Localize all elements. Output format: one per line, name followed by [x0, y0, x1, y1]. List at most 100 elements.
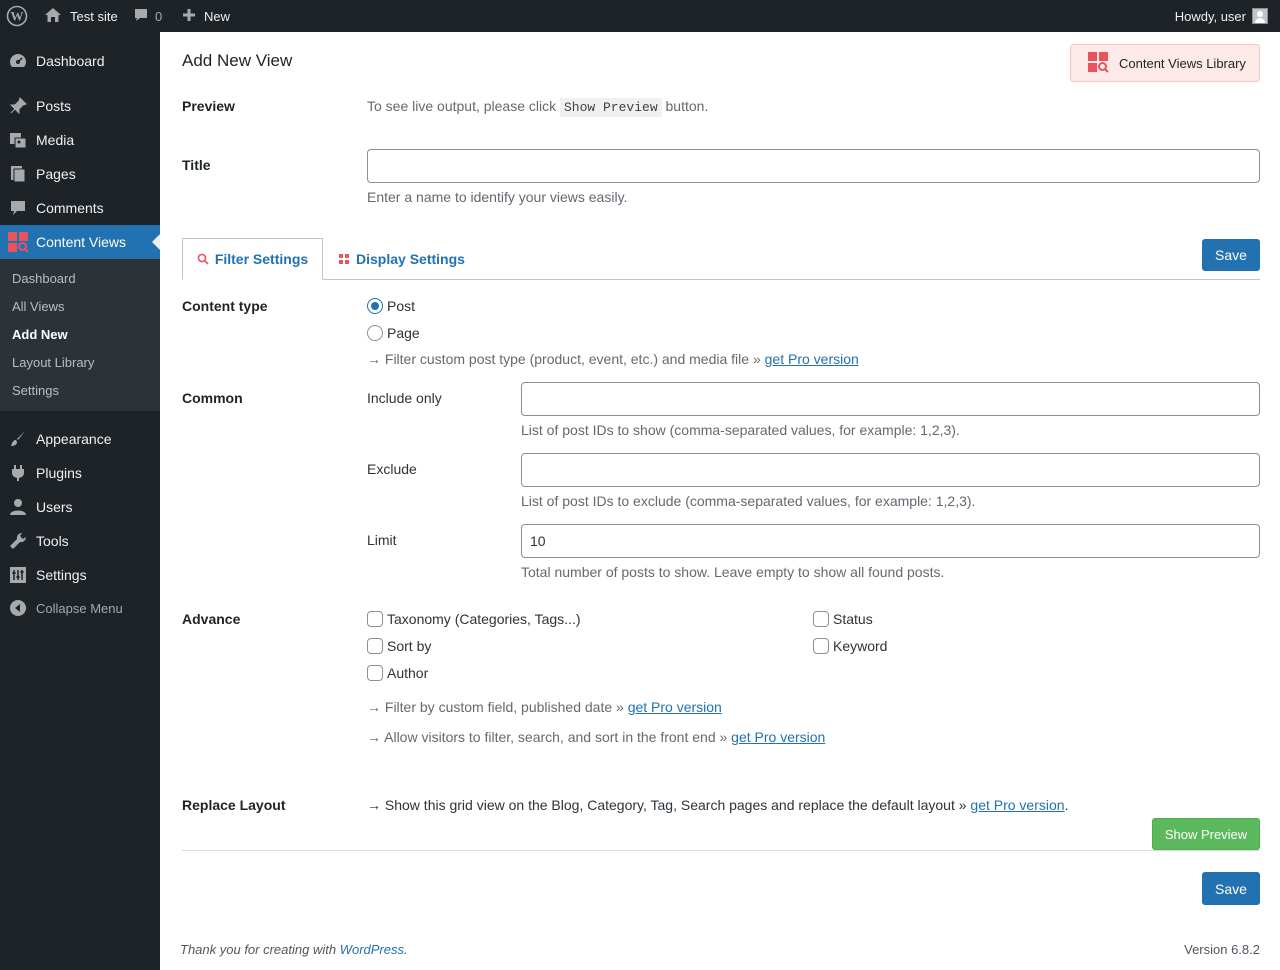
show-preview-button[interactable]: Show Preview [1152, 818, 1260, 850]
replace-layout-label: Replace Layout [182, 797, 286, 813]
admin-bar: W Test site 0 New Howdy, user [0, 0, 1280, 32]
sidebar-label: Appearance [36, 431, 112, 447]
wordpress-link[interactable]: WordPress [340, 942, 404, 957]
sidebar-label: Posts [36, 98, 72, 114]
checkbox-keyword-control[interactable] [813, 638, 829, 654]
advance-label: Advance [182, 611, 241, 627]
preview-hint-code: Show Preview [560, 98, 662, 117]
advance-pro-note-2: → Allow visitors to filter, search, and … [367, 729, 825, 745]
sidebar-item-comments[interactable]: Comments [0, 191, 160, 225]
save-button-top[interactable]: Save [1202, 239, 1260, 271]
sidebar-item-appearance[interactable]: Appearance [0, 422, 160, 456]
tab-display-settings[interactable]: Display Settings [338, 238, 465, 280]
dashboard-icon [0, 51, 36, 71]
radio-post-control[interactable] [367, 298, 383, 314]
howdy-text: Howdy, user [1174, 8, 1246, 24]
footer-thanks-before: Thank you for creating with [180, 942, 337, 957]
checkbox-sort-by-control[interactable] [367, 638, 383, 654]
common-label: Common [182, 390, 243, 406]
checkbox-status-label: Status [833, 611, 873, 627]
save-button-bottom[interactable]: Save [1202, 872, 1260, 905]
comments-link[interactable]: 0 [133, 0, 162, 32]
sidebar-item-plugins[interactable]: Plugins [0, 456, 160, 490]
submenu-item-settings[interactable]: Settings [12, 383, 59, 398]
sidebar-item-users[interactable]: Users [0, 490, 160, 524]
preview-hint-before: To see live output, please click [367, 98, 557, 114]
tab-filter-label: Filter Settings [214, 251, 309, 267]
radio-page-control[interactable] [367, 325, 383, 341]
title-label: Title [182, 157, 211, 173]
collapse-menu-button[interactable]: Collapse Menu [0, 591, 160, 625]
content-views-submenu: Dashboard All Views Add New Layout Libra… [0, 259, 160, 411]
checkbox-author-control[interactable] [367, 665, 383, 681]
radio-post-label: Post [387, 298, 416, 314]
include-only-input[interactable] [521, 382, 1260, 416]
sidebar-item-pages[interactable]: Pages [0, 157, 160, 191]
admin-sidebar: Dashboard Posts Media Pages Comments Con… [0, 32, 160, 970]
checkbox-sort-by[interactable]: Sort by [367, 638, 431, 654]
search-icon [197, 253, 209, 265]
new-content-link[interactable]: New [182, 0, 230, 32]
sidebar-item-settings[interactable]: Settings [0, 558, 160, 592]
get-pro-link[interactable]: get Pro version [628, 699, 722, 715]
sidebar-item-content-views[interactable]: Content Views [0, 225, 160, 259]
tab-filter-settings[interactable]: Filter Settings [182, 238, 323, 280]
svg-text:W: W [11, 9, 24, 24]
exclude-input[interactable] [521, 453, 1260, 487]
wrench-icon [0, 531, 36, 551]
submenu-item-layout-library[interactable]: Layout Library [12, 355, 94, 370]
site-name: Test site [70, 8, 118, 24]
grid-icon [338, 253, 350, 265]
preview-label: Preview [182, 98, 235, 114]
content-type-pro-note: → Filter custom post type (product, even… [367, 351, 859, 367]
main-content: Add New View Content Views Library Previ… [160, 32, 1280, 970]
checkbox-status-control[interactable] [813, 611, 829, 627]
checkbox-sort-by-label: Sort by [387, 638, 432, 654]
site-name-link[interactable]: Test site [44, 0, 118, 32]
brush-icon [0, 429, 36, 449]
actions-divider [182, 850, 1260, 851]
new-label: New [204, 8, 231, 24]
content-views-icon [1087, 51, 1109, 76]
radio-post[interactable]: Post [367, 298, 415, 314]
checkbox-status[interactable]: Status [813, 611, 873, 627]
submenu-item-add-new[interactable]: Add New [12, 327, 68, 342]
content-views-library-button[interactable]: Content Views Library [1070, 44, 1260, 82]
include-only-label: Include only [367, 390, 442, 406]
checkbox-taxonomy-control[interactable] [367, 611, 383, 627]
limit-input[interactable]: 10 [521, 524, 1260, 558]
replace-layout-note: → Show this grid view on the Blog, Categ… [367, 797, 1068, 813]
sidebar-item-dashboard[interactable]: Dashboard [0, 44, 160, 78]
exclude-label: Exclude [367, 461, 417, 477]
get-pro-link[interactable]: get Pro version [765, 351, 859, 367]
user-icon [0, 497, 36, 517]
checkbox-author-label: Author [387, 665, 429, 681]
radio-page[interactable]: Page [367, 325, 420, 341]
checkbox-taxonomy[interactable]: Taxonomy (Categories, Tags...) [367, 611, 581, 627]
sidebar-item-tools[interactable]: Tools [0, 524, 160, 558]
exclude-description: List of post IDs to exclude (comma-separ… [521, 493, 976, 509]
checkbox-author[interactable]: Author [367, 665, 428, 681]
checkbox-keyword[interactable]: Keyword [813, 638, 887, 654]
submenu-item-all-views[interactable]: All Views [12, 299, 65, 314]
media-icon [0, 130, 36, 150]
sidebar-label: Pages [36, 166, 76, 182]
submenu-item-dashboard[interactable]: Dashboard [12, 271, 76, 286]
settings-icon [0, 565, 36, 585]
home-icon [44, 7, 62, 26]
get-pro-link[interactable]: get Pro version [970, 797, 1064, 813]
get-pro-link[interactable]: get Pro version [731, 729, 825, 745]
account-menu[interactable]: Howdy, user [1175, 0, 1268, 32]
comments-count: 0 [155, 8, 163, 24]
footer-thanks: Thank you for creating with WordPress. [180, 942, 408, 957]
library-button-label: Content Views Library [1119, 55, 1246, 71]
wordpress-logo-icon[interactable]: W [6, 0, 28, 32]
title-input[interactable] [367, 149, 1260, 183]
sidebar-item-media[interactable]: Media [0, 123, 160, 157]
replace-layout-text: → Show this grid view on the Blog, Categ… [367, 797, 967, 813]
sidebar-label: Settings [36, 567, 87, 583]
pages-icon [0, 164, 36, 184]
sidebar-item-posts[interactable]: Posts [0, 89, 160, 123]
sidebar-label: Comments [36, 200, 104, 216]
footer-version: Version 6.8.2 [1184, 942, 1260, 957]
